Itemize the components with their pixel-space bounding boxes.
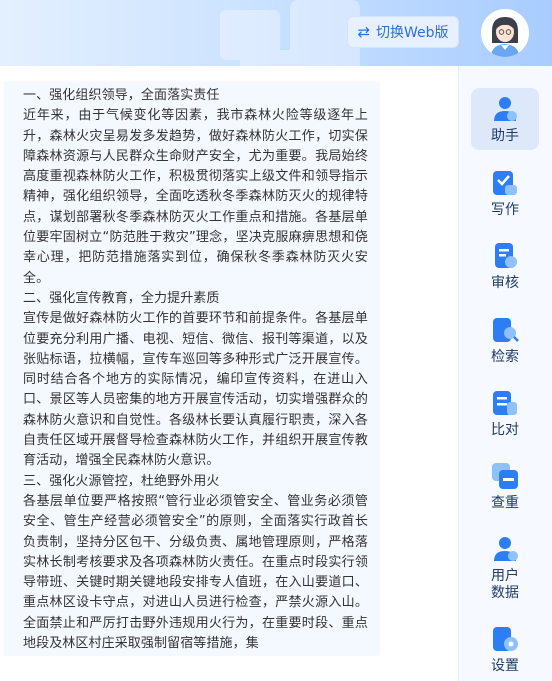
sidebar-item-assistant[interactable]: 助手	[471, 88, 539, 150]
sidebar-item-label: 助手	[491, 128, 519, 144]
user-data-icon	[494, 537, 518, 561]
sidebar-item-search[interactable]: 检索	[471, 315, 539, 366]
section-heading-3: 三、强化火源管控，杜绝野外用火	[23, 473, 220, 489]
assistant-icon	[494, 97, 517, 121]
section-heading-1: 一、强化组织领导，全面落实责任	[23, 88, 220, 103]
avatar[interactable]	[481, 9, 529, 57]
settings-icon	[493, 627, 518, 651]
sidebar-item-writing[interactable]: 写作	[471, 168, 539, 219]
sidebar-item-label: 设置	[491, 658, 519, 674]
sidebar-item-duplicate-check[interactable]: 查重	[471, 461, 539, 512]
switch-web-version-button[interactable]: ⇄ 切换Web版	[347, 16, 459, 48]
paragraph-3: 各基层单位要严格按照“管行业必须管安全、管业务必须管安全、管生产经营必须管安全”…	[23, 493, 368, 652]
sidebar-item-compare[interactable]: 比对	[471, 388, 539, 439]
sidebar-nav: 助手 写作 审核 检索 比对 查重 用户 数据 设置	[458, 66, 552, 681]
sidebar-item-user-data[interactable]: 用户 数据	[471, 534, 539, 602]
compare-icon	[493, 391, 517, 415]
sidebar-item-label: 用户 数据	[491, 568, 519, 601]
sidebar-item-settings[interactable]: 设置	[471, 624, 539, 675]
sidebar-item-label: 查重	[491, 495, 519, 511]
sidebar-item-review[interactable]: 审核	[471, 241, 539, 292]
switch-web-version-label: 切换Web版	[376, 25, 449, 41]
top-header: ⇄ 切换Web版	[0, 0, 552, 66]
paragraph-2: 宣传是做好森林防火工作的首要环节和前提条件。各基层单位要充分利用广播、电视、短信…	[23, 311, 368, 469]
article-content[interactable]: 一、强化组织领导，全面落实责任 近年来，由于气候变化等因素，我市森林火险等级逐年…	[4, 82, 378, 656]
avatar-illustration-icon	[481, 9, 529, 57]
paragraph-1: 近年来，由于气候变化等因素，我市森林火险等级逐年上升，森林火灾呈易发多发趋势，做…	[23, 108, 368, 286]
duplicate-check-icon	[492, 463, 518, 489]
sidebar-item-label: 审核	[491, 275, 519, 291]
writing-icon	[493, 171, 517, 195]
review-icon	[495, 243, 517, 268]
section-heading-2: 二、强化宣传教育，全力提升素质	[23, 290, 220, 306]
search-icon	[493, 318, 519, 342]
sidebar-item-label: 写作	[491, 202, 519, 218]
content-bottom-spacer	[0, 656, 458, 681]
sidebar-item-label: 检索	[491, 349, 519, 365]
sidebar-item-label: 比对	[491, 422, 519, 438]
swap-icon: ⇄	[357, 23, 371, 41]
